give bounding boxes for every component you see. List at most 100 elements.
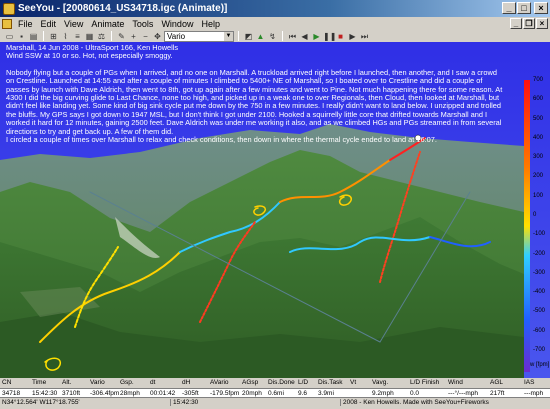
track-icon[interactable]: ↯: [267, 31, 278, 42]
vario-scale-tick: 700: [533, 77, 544, 83]
step-forward-icon[interactable]: ▶: [347, 31, 358, 42]
status-column-value: 3710ft: [62, 390, 81, 397]
status-column-value: 00:01:42: [150, 390, 176, 397]
menu-animate[interactable]: Animate: [87, 19, 128, 29]
rewind-icon[interactable]: ⏮: [287, 31, 298, 42]
view-3d-icon[interactable]: ◩: [243, 31, 254, 42]
zoom-in-icon[interactable]: +: [128, 31, 139, 42]
menu-view[interactable]: View: [60, 19, 87, 29]
window-titlebar: SeeYou - [20080614_US34718.igc (Animate)…: [0, 0, 550, 17]
status-column-header: Dis.Task: [318, 379, 343, 386]
save-icon[interactable]: ▪: [16, 31, 27, 42]
vario-scale-tick: -100: [533, 231, 546, 238]
menu-help[interactable]: Help: [197, 19, 224, 29]
vario-scale-tick: -700: [533, 347, 546, 353]
chevron-down-icon[interactable]: ▼: [224, 31, 233, 41]
status-column-header: IAS: [524, 379, 535, 386]
barograph-icon[interactable]: ⌇: [60, 31, 71, 42]
status-column-header: Vavg.: [372, 379, 389, 386]
status-column-header: Vario: [90, 379, 105, 386]
animation-viewport[interactable]: Marshall, 14 Jun 2008 - UltraSport 166, …: [0, 42, 550, 378]
menu-window[interactable]: Window: [157, 19, 197, 29]
status-value-row: 34718 15:42:30 3710ft -306.4fpm 28mph 00:01:4…: [0, 388, 550, 398]
status-column-header: dt: [150, 379, 156, 386]
vario-scale-tick: -300: [533, 269, 546, 276]
menu-tools[interactable]: Tools: [128, 19, 157, 29]
document-icon[interactable]: [2, 18, 12, 29]
vario-color-scale: 700 600 500 400 300 200 100 0 -100 -200 -300 -400 -5…: [524, 77, 550, 372]
vario-scale-tick: 0: [533, 212, 537, 218]
status-column-value: 20mph: [242, 390, 262, 397]
vario-scale-tick: 500: [533, 115, 544, 122]
fast-forward-icon[interactable]: ⏭: [359, 31, 370, 42]
open-folder-icon[interactable]: ▭: [4, 31, 15, 42]
toolbar-separator: [282, 31, 283, 41]
status-column-header: Vt: [350, 379, 357, 386]
toolbar-separator: [43, 31, 44, 41]
menu-file[interactable]: File: [14, 19, 37, 29]
status-column-header: Gsp.: [120, 379, 134, 386]
status-column-value: 15:42:30: [32, 390, 58, 397]
pause-icon[interactable]: ❚❚: [323, 31, 336, 42]
status-column-value: 0.6mi: [268, 390, 284, 397]
status-column-value: ---°/---mph: [448, 390, 479, 397]
status-column-header: dH: [182, 379, 191, 386]
menu-bar: File Edit View Animate Tools Window Help…: [0, 17, 550, 30]
status-column-value: 217ft: [490, 390, 505, 397]
flight-info-paragraph: Nobody flying but a couple of PGs when I…: [6, 67, 503, 136]
mode-select[interactable]: Vario ▼: [164, 30, 234, 42]
status-column-header: Dis.Done: [268, 379, 295, 386]
settings-icon[interactable]: ✎: [116, 31, 127, 42]
status-column-header: AGL: [490, 379, 504, 386]
flight-info-paragraph: I circled a couple of times over Marshal…: [6, 135, 437, 145]
status-column-header: Time: [32, 379, 47, 386]
play-icon[interactable]: ▶: [311, 31, 322, 42]
vario-scale-bar: [524, 80, 530, 372]
status-footer-row: N34°12.564' W117°18.755' 15:42:30 2008 -…: [0, 398, 550, 408]
status-coordinates: N34°12.564' W117°18.755': [2, 399, 80, 406]
doc-restore-button[interactable]: ❐: [523, 18, 535, 29]
status-column-value: -305ft: [182, 390, 199, 397]
list-icon[interactable]: ≡: [72, 31, 83, 42]
close-button[interactable]: ×: [534, 2, 548, 14]
map-icon[interactable]: ⊞: [48, 31, 59, 42]
terrain-icon[interactable]: ▲: [255, 31, 266, 42]
toolbar-separator: [111, 31, 112, 41]
doc-close-button[interactable]: ×: [536, 18, 548, 29]
status-credit: 2008 - Ken Howells. Made with SeeYou+Fir…: [340, 399, 489, 406]
status-column-value: -179.5fpm: [210, 390, 240, 397]
vario-scale-tick: 100: [533, 192, 544, 199]
status-column-value: 3.9mi: [318, 390, 334, 397]
vario-scale-tick: 200: [533, 173, 544, 180]
status-column-value: 9.6: [298, 390, 308, 397]
zoom-out-icon[interactable]: −: [140, 31, 151, 42]
maximize-button[interactable]: □: [517, 2, 531, 14]
status-column-header: AVario: [210, 379, 229, 386]
status-column-value: 9.2mph: [372, 390, 394, 397]
pan-icon[interactable]: ✥: [152, 31, 163, 42]
vario-scale-tick: 300: [533, 154, 544, 161]
status-header-row: CN Time Alt. Vario Gsp. dt dH AVario AGsp Dis.Don…: [0, 378, 550, 388]
toolbar-separator: [238, 31, 239, 41]
vario-scale-unit: w [fpm]: [530, 362, 550, 368]
status-column-value: 28mph: [120, 390, 140, 397]
flight-info-weather: Wind SSW at 10 or so. Hot, not especiall…: [6, 51, 173, 61]
vario-scale-tick: -200: [533, 250, 546, 257]
table-icon[interactable]: ▦: [84, 31, 95, 42]
stop-icon[interactable]: ■: [335, 31, 346, 42]
vario-scale-tick: -600: [533, 327, 546, 334]
vario-scale-tick: -400: [533, 289, 546, 296]
status-column-header: L/D: [298, 379, 309, 386]
window-title: SeeYou - [20080614_US34718.igc (Animate)…: [18, 3, 228, 14]
minimize-button[interactable]: _: [502, 2, 516, 14]
menu-edit[interactable]: Edit: [37, 19, 61, 29]
scale-icon[interactable]: ⚖: [96, 31, 107, 42]
step-back-icon[interactable]: ◀: [299, 31, 310, 42]
status-column-header: Alt.: [62, 379, 72, 386]
status-column-header: CN: [2, 379, 12, 386]
print-icon[interactable]: ▤: [28, 31, 39, 42]
status-column-value: 34718: [2, 390, 21, 397]
app-icon: [3, 2, 15, 15]
doc-minimize-button[interactable]: _: [510, 18, 522, 29]
mode-select-value: Vario: [167, 31, 186, 41]
